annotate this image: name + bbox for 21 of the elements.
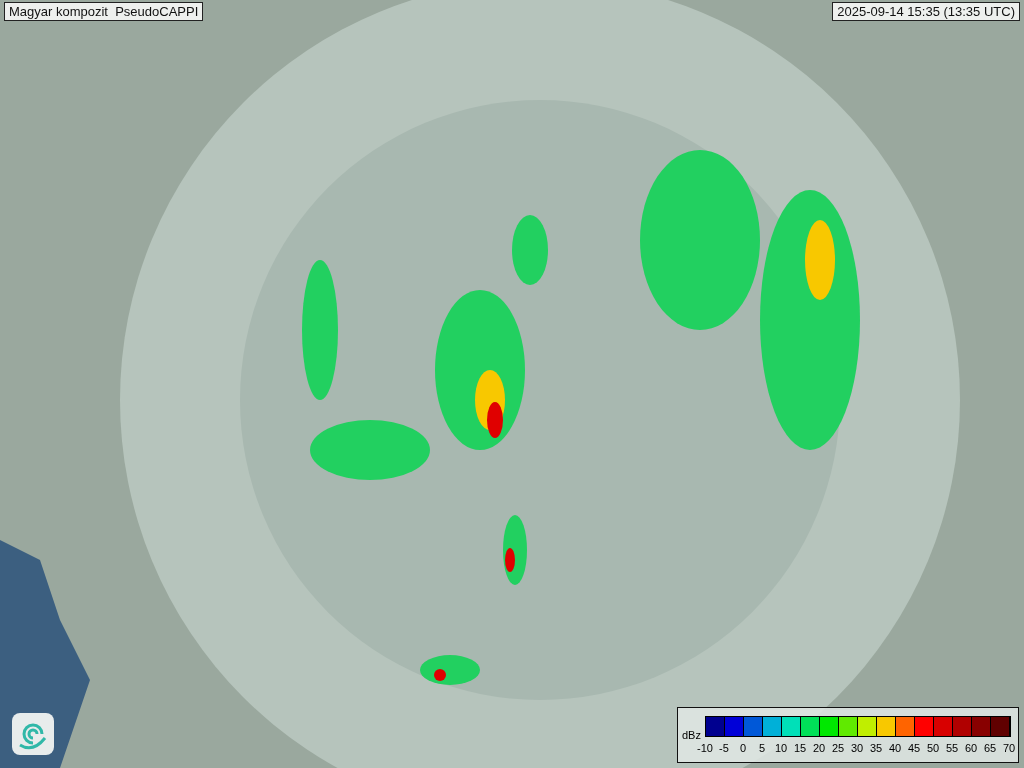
tick-label: 70 [1002, 742, 1016, 754]
tick-label: 10 [774, 742, 788, 754]
tick-label: 60 [964, 742, 978, 754]
map-title: Magyar kompozit PseudoCAPPI [4, 2, 204, 21]
tick-label: 20 [812, 742, 826, 754]
swirl-logo-icon [12, 713, 54, 755]
tick-label: 55 [945, 742, 959, 754]
tick-label: -5 [719, 742, 729, 754]
tick-label: 35 [869, 742, 883, 754]
tick-label: 25 [831, 742, 845, 754]
tick-label: 5 [758, 742, 766, 754]
tick-label: 0 [739, 742, 747, 754]
timestamp-label: 2025-09-14 15:35 (13:35 UTC) [832, 2, 1020, 21]
tick-label: 50 [926, 742, 940, 754]
tick-label: 40 [888, 742, 902, 754]
tick-label: 30 [850, 742, 864, 754]
tick-label: 15 [793, 742, 807, 754]
tick-label: -10 [697, 742, 713, 754]
tick-label: 45 [907, 742, 921, 754]
tick-label: 65 [983, 742, 997, 754]
unit-label: dBz [682, 729, 701, 741]
